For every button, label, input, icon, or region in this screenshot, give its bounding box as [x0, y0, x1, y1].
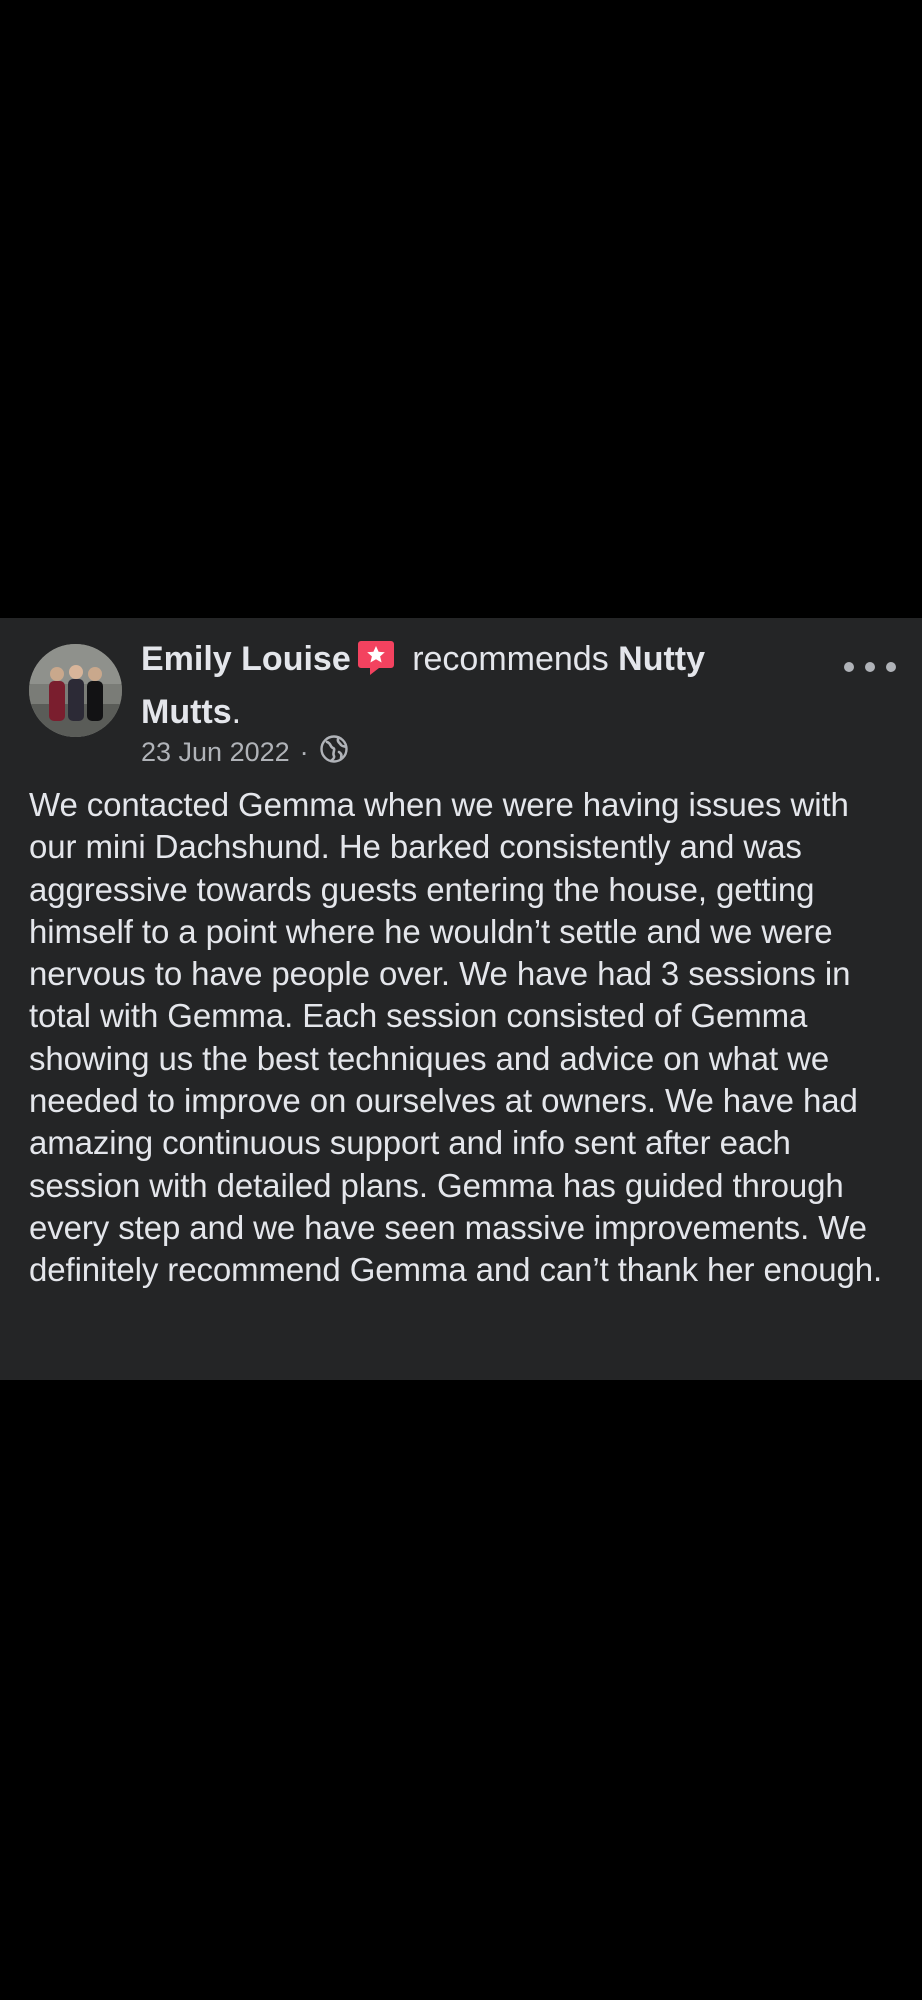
avatar-photo [29, 644, 122, 737]
action-text: recommends [412, 640, 609, 678]
more-dot [886, 662, 896, 672]
post-date[interactable]: 23 Jun 2022 [141, 737, 290, 768]
post-header: Emily Louise recommends Nutty Mutts. [141, 636, 781, 736]
more-dot [865, 662, 875, 672]
meta-separator: · [299, 736, 309, 767]
author-avatar[interactable] [29, 644, 122, 737]
recommend-star-icon [357, 638, 395, 689]
globe-icon[interactable] [319, 734, 349, 771]
more-dot [844, 662, 854, 672]
more-options-icon[interactable] [844, 652, 896, 682]
post-meta: 23 Jun 2022 · [141, 733, 349, 771]
author-name[interactable]: Emily Louise [141, 640, 351, 678]
page-name-suffix: . [231, 693, 242, 731]
post-body-text: We contacted Gemma when we were having i… [29, 786, 883, 1289]
